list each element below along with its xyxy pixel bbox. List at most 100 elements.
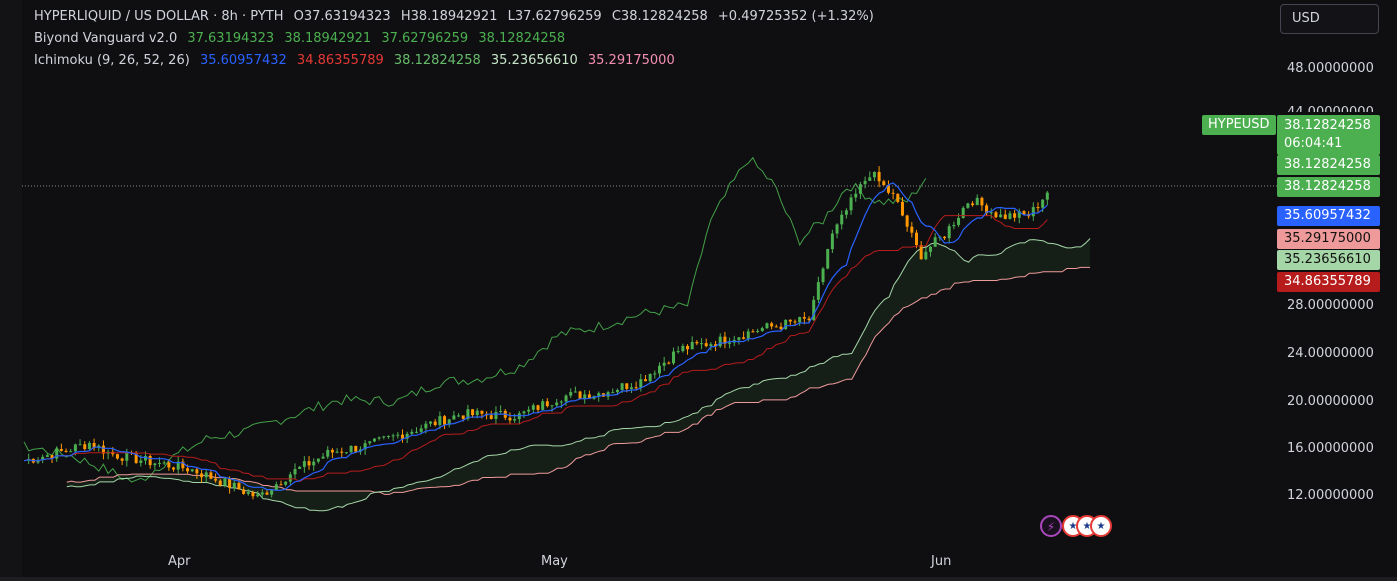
candle-body bbox=[952, 224, 956, 227]
candle-body bbox=[326, 449, 330, 457]
last-price-tag: 38.12824258 06:04:41 bbox=[1277, 115, 1380, 155]
low-value: 37.62796259 bbox=[514, 9, 602, 24]
candle-body bbox=[704, 343, 708, 347]
candle-body bbox=[816, 282, 820, 300]
conversion-value: 35.60957432 bbox=[199, 53, 287, 68]
candle-body bbox=[452, 415, 456, 420]
candle-body bbox=[531, 405, 535, 410]
candle-body bbox=[975, 197, 979, 206]
candle-body bbox=[410, 431, 414, 434]
time-axis-label: May bbox=[541, 554, 568, 569]
candle-body bbox=[924, 251, 928, 260]
lead-b-value: 35.29175000 bbox=[587, 53, 675, 68]
price-axis-label: 44.00000000 bbox=[1287, 106, 1374, 112]
candle-body bbox=[87, 443, 91, 449]
currency-button[interactable]: USD bbox=[1280, 4, 1379, 34]
candle-body bbox=[929, 246, 933, 252]
close-value: 38.12824258 bbox=[620, 9, 708, 24]
indicator-name[interactable]: Biyond Vanguard v2.0 bbox=[34, 31, 177, 46]
candle-body bbox=[788, 319, 792, 322]
legend-indicator-ichimoku[interactable]: Ichimoku (9, 26, 52, 26) 35.60957432 34.… bbox=[34, 53, 681, 68]
lead-b-price-tag: 35.29175000 bbox=[1277, 229, 1380, 249]
candle-body bbox=[830, 233, 834, 250]
indicator-value: 37.63194323 bbox=[187, 31, 275, 46]
symbol-title[interactable]: HYPERLIQUID / US DOLLAR · 8h · PYTH bbox=[34, 9, 283, 24]
candle-body bbox=[471, 409, 475, 416]
candle-body bbox=[396, 434, 400, 436]
candle-body bbox=[910, 226, 914, 233]
candle-body bbox=[433, 421, 437, 426]
candle-body bbox=[751, 331, 755, 333]
candle-body bbox=[681, 345, 685, 352]
candle-body bbox=[826, 249, 830, 269]
candle-body bbox=[994, 212, 998, 218]
candle-body bbox=[302, 461, 306, 467]
candle-body bbox=[195, 469, 199, 474]
candle-body bbox=[209, 472, 213, 479]
candle-body bbox=[746, 331, 750, 339]
price-chart[interactable] bbox=[0, 0, 1397, 581]
candle-body bbox=[868, 177, 872, 181]
candle-body bbox=[980, 197, 984, 206]
indicator-value: 38.18942921 bbox=[284, 31, 372, 46]
candle-body bbox=[770, 323, 774, 327]
candle-body bbox=[854, 193, 858, 198]
candle-body bbox=[115, 454, 119, 459]
open-key: O bbox=[293, 9, 304, 24]
candle-body bbox=[382, 436, 386, 438]
candle-body bbox=[419, 428, 423, 432]
indicator-name[interactable]: Ichimoku (9, 26, 52, 26) bbox=[34, 53, 190, 68]
candle-body bbox=[639, 379, 643, 388]
legend-indicator-vanguard[interactable]: Biyond Vanguard v2.0 37.63194323 38.1894… bbox=[34, 31, 571, 46]
candle-body bbox=[125, 452, 129, 461]
candle-body bbox=[840, 214, 844, 225]
candle-body bbox=[288, 474, 292, 482]
candle-body bbox=[260, 492, 264, 495]
candle-body bbox=[438, 416, 442, 426]
candle-body bbox=[83, 444, 87, 449]
candle-body bbox=[947, 226, 951, 239]
candle-body bbox=[709, 344, 713, 347]
candle-body bbox=[78, 444, 82, 446]
candle-body bbox=[508, 417, 512, 421]
candle-body bbox=[573, 391, 577, 393]
candle-body bbox=[120, 458, 124, 461]
candle-body bbox=[45, 455, 49, 457]
candle-body bbox=[760, 328, 764, 331]
candle-body bbox=[55, 449, 59, 459]
candle-body bbox=[59, 449, 63, 451]
candle-body bbox=[629, 387, 633, 389]
candle-body bbox=[335, 451, 339, 453]
candle-body bbox=[424, 423, 428, 429]
close-key: C bbox=[611, 9, 621, 24]
left-panel-edge bbox=[0, 0, 22, 581]
candle-body bbox=[742, 337, 746, 339]
candle-body bbox=[798, 317, 802, 323]
us-flag-icon[interactable]: ★ bbox=[1090, 515, 1112, 537]
high-key: H bbox=[400, 9, 411, 24]
candle-body bbox=[429, 421, 433, 424]
symbol-price-tag: HYPEUSD bbox=[1202, 115, 1276, 135]
base-price-tag: 34.86355789 bbox=[1277, 272, 1380, 292]
candle-body bbox=[643, 379, 647, 382]
price-axis-label: 20.00000000 bbox=[1287, 394, 1374, 409]
candle-body bbox=[550, 405, 554, 407]
candle-body bbox=[821, 268, 825, 283]
candle-body bbox=[737, 337, 741, 340]
candle-body bbox=[914, 232, 918, 246]
time-axis-label: Apr bbox=[168, 554, 191, 569]
candle-body bbox=[989, 212, 993, 214]
candle-body bbox=[480, 410, 484, 414]
candle-body bbox=[1003, 214, 1007, 219]
lightning-icon[interactable]: ⚡ bbox=[1040, 515, 1062, 537]
candle-body bbox=[148, 455, 152, 466]
candle-body bbox=[657, 365, 661, 374]
time-axis-label: Jun bbox=[931, 554, 952, 569]
candle-body bbox=[541, 401, 545, 410]
candle-body bbox=[774, 326, 778, 328]
candle-body bbox=[274, 484, 278, 491]
candle-body bbox=[349, 445, 353, 453]
bottom-edge bbox=[0, 577, 1397, 581]
candle-body bbox=[718, 336, 722, 347]
candle-body bbox=[1041, 199, 1045, 208]
